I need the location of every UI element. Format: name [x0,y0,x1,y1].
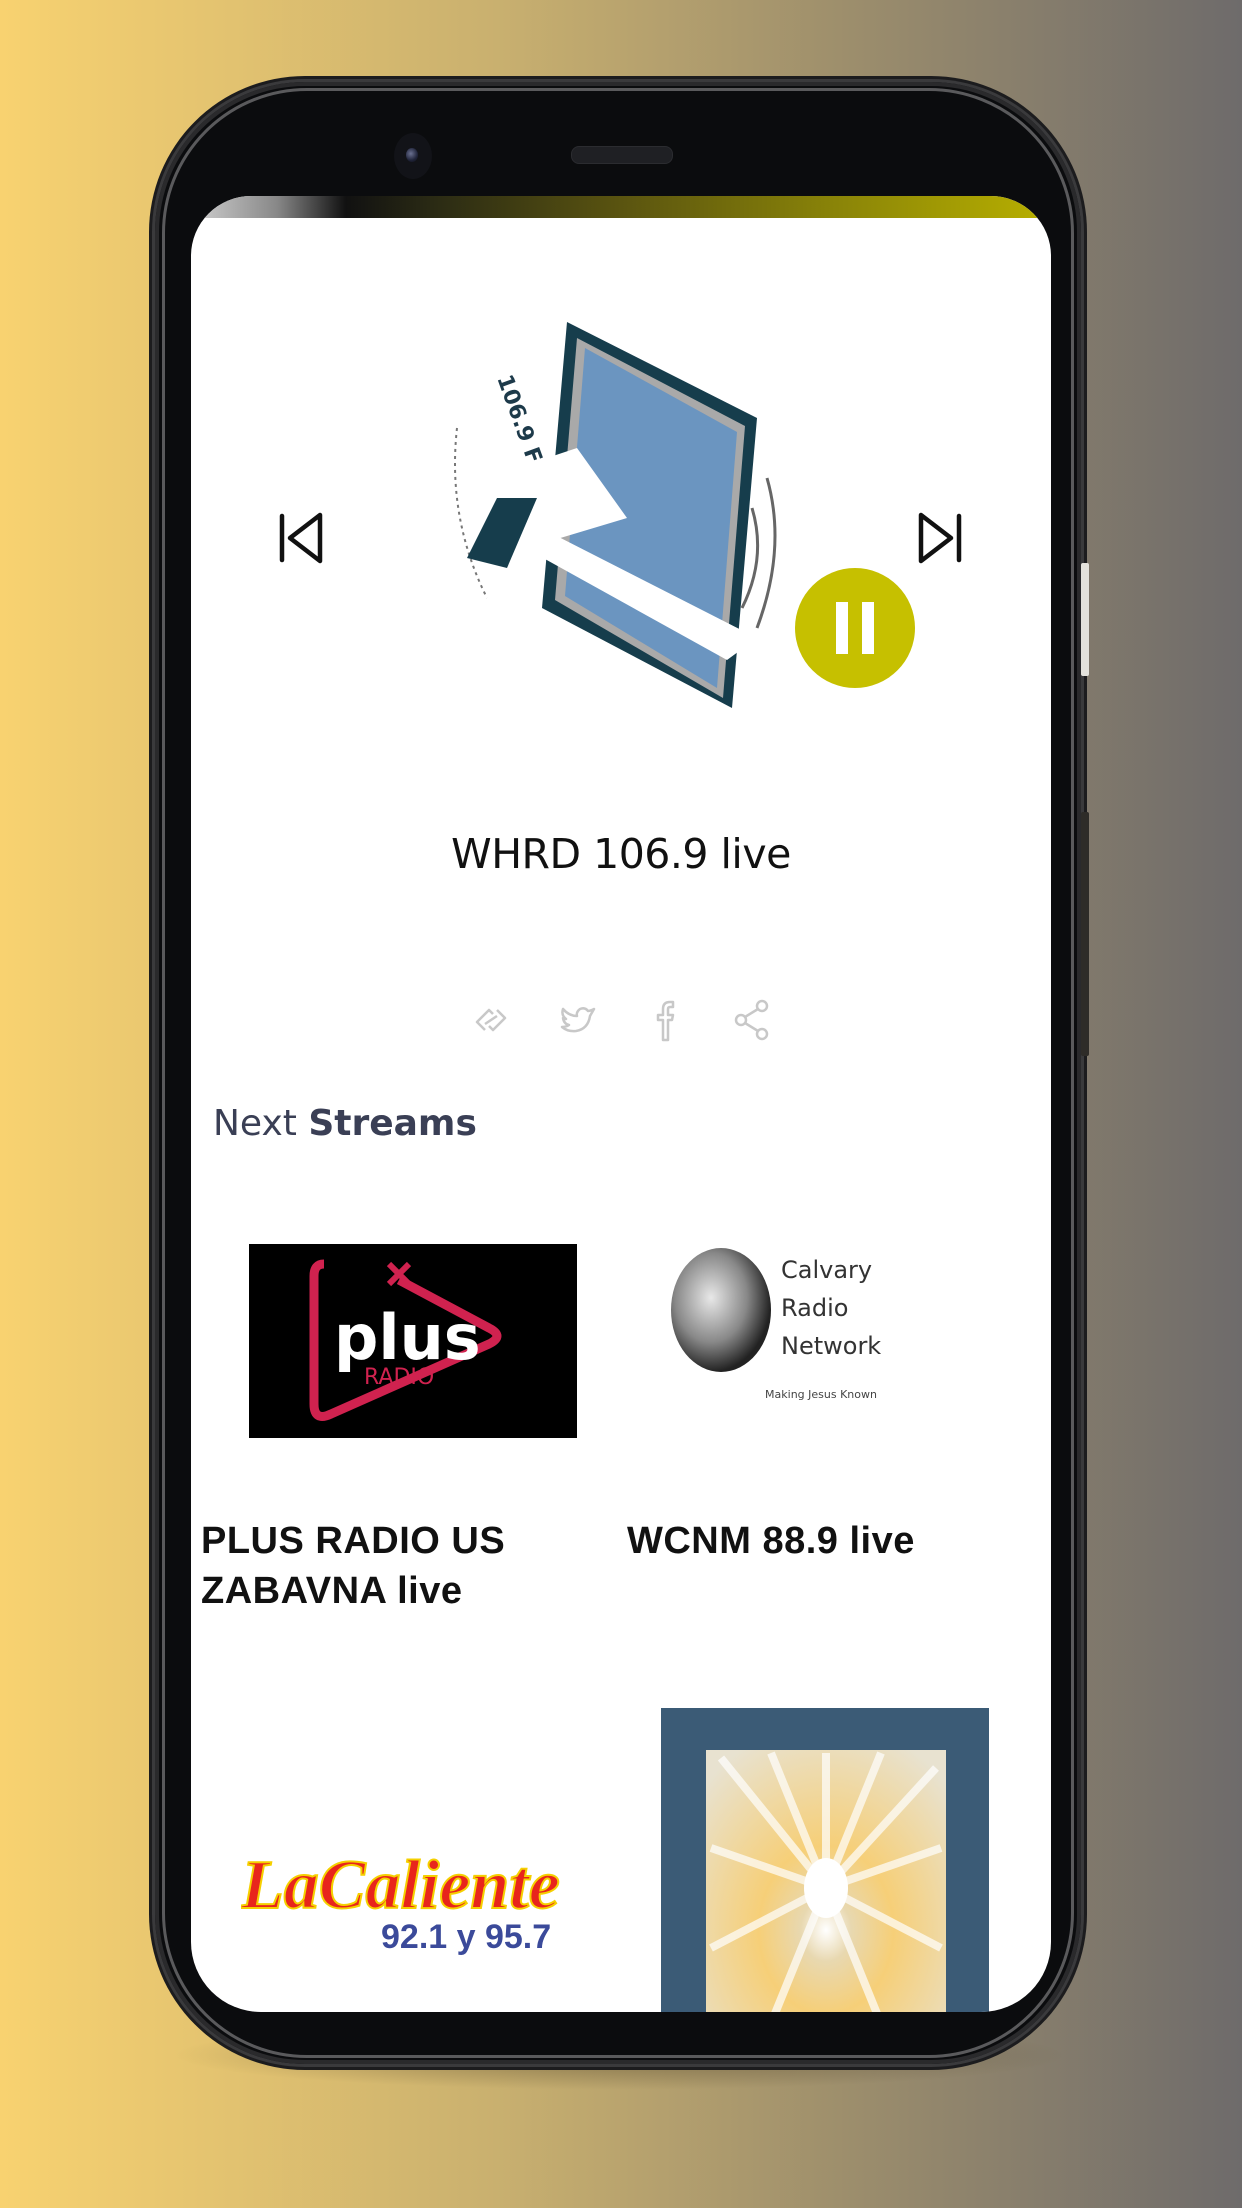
power-button [1081,563,1089,676]
share-button[interactable] [731,998,773,1042]
share-icon [734,999,768,1041]
heading-bold: Streams [308,1103,477,1144]
caliente-logo-text: LaCaliente [241,1847,560,1924]
share-row [191,998,1051,1042]
copy-link-button[interactable] [470,998,512,1042]
stream-name: PLUS RADIO US ZABAVNA live [201,1520,506,1612]
facebook-icon [656,1000,674,1042]
svg-text:Calvary: Calvary [781,1256,872,1284]
volume-button [1081,812,1089,1056]
heading-light: Next [213,1103,297,1144]
svg-text:Radio: Radio [781,1294,848,1322]
stream-logo [661,1708,989,2012]
facebook-share-button[interactable] [644,998,686,1042]
station-title: WHRD 106.9 live [451,830,791,878]
next-button[interactable] [904,503,974,573]
plus-logo-sub: RADIO [364,1365,434,1390]
app-screen: 106.9 FM WHRD WHRD 106.9 live [191,196,1051,2012]
station-artwork: 106.9 FM WHRD [427,308,915,748]
previous-button[interactable] [267,503,337,573]
link-icon [475,1008,506,1032]
earpiece-speaker [571,146,673,164]
skip-previous-icon [279,512,323,564]
stream-logo: LaCaliente 92.1 y 95.7 [241,1808,571,1988]
caliente-logo-freq: 92.1 y 95.7 [381,1918,551,1956]
plus-logo-text: plus [334,1301,481,1374]
pause-icon [836,602,848,654]
stream-name: WCNM 88.9 live [627,1520,915,1562]
calvary-tagline: Making Jesus Known [765,1388,877,1401]
stream-logo: Calvary Radio Network Making Jesus Known [661,1238,981,1438]
status-bar [191,196,1051,218]
front-camera-icon [394,133,432,179]
skip-next-icon [918,512,962,564]
station-logo: 106.9 FM WHRD [454,322,777,708]
twitter-icon [560,1007,595,1033]
next-streams-heading: Next Streams [213,1103,477,1144]
stream-logo: plus RADIO [249,1244,577,1438]
pause-button[interactable] [795,568,915,688]
svg-text:Network: Network [781,1332,881,1360]
pause-icon-bar [862,602,874,654]
twitter-share-button[interactable] [557,998,599,1042]
